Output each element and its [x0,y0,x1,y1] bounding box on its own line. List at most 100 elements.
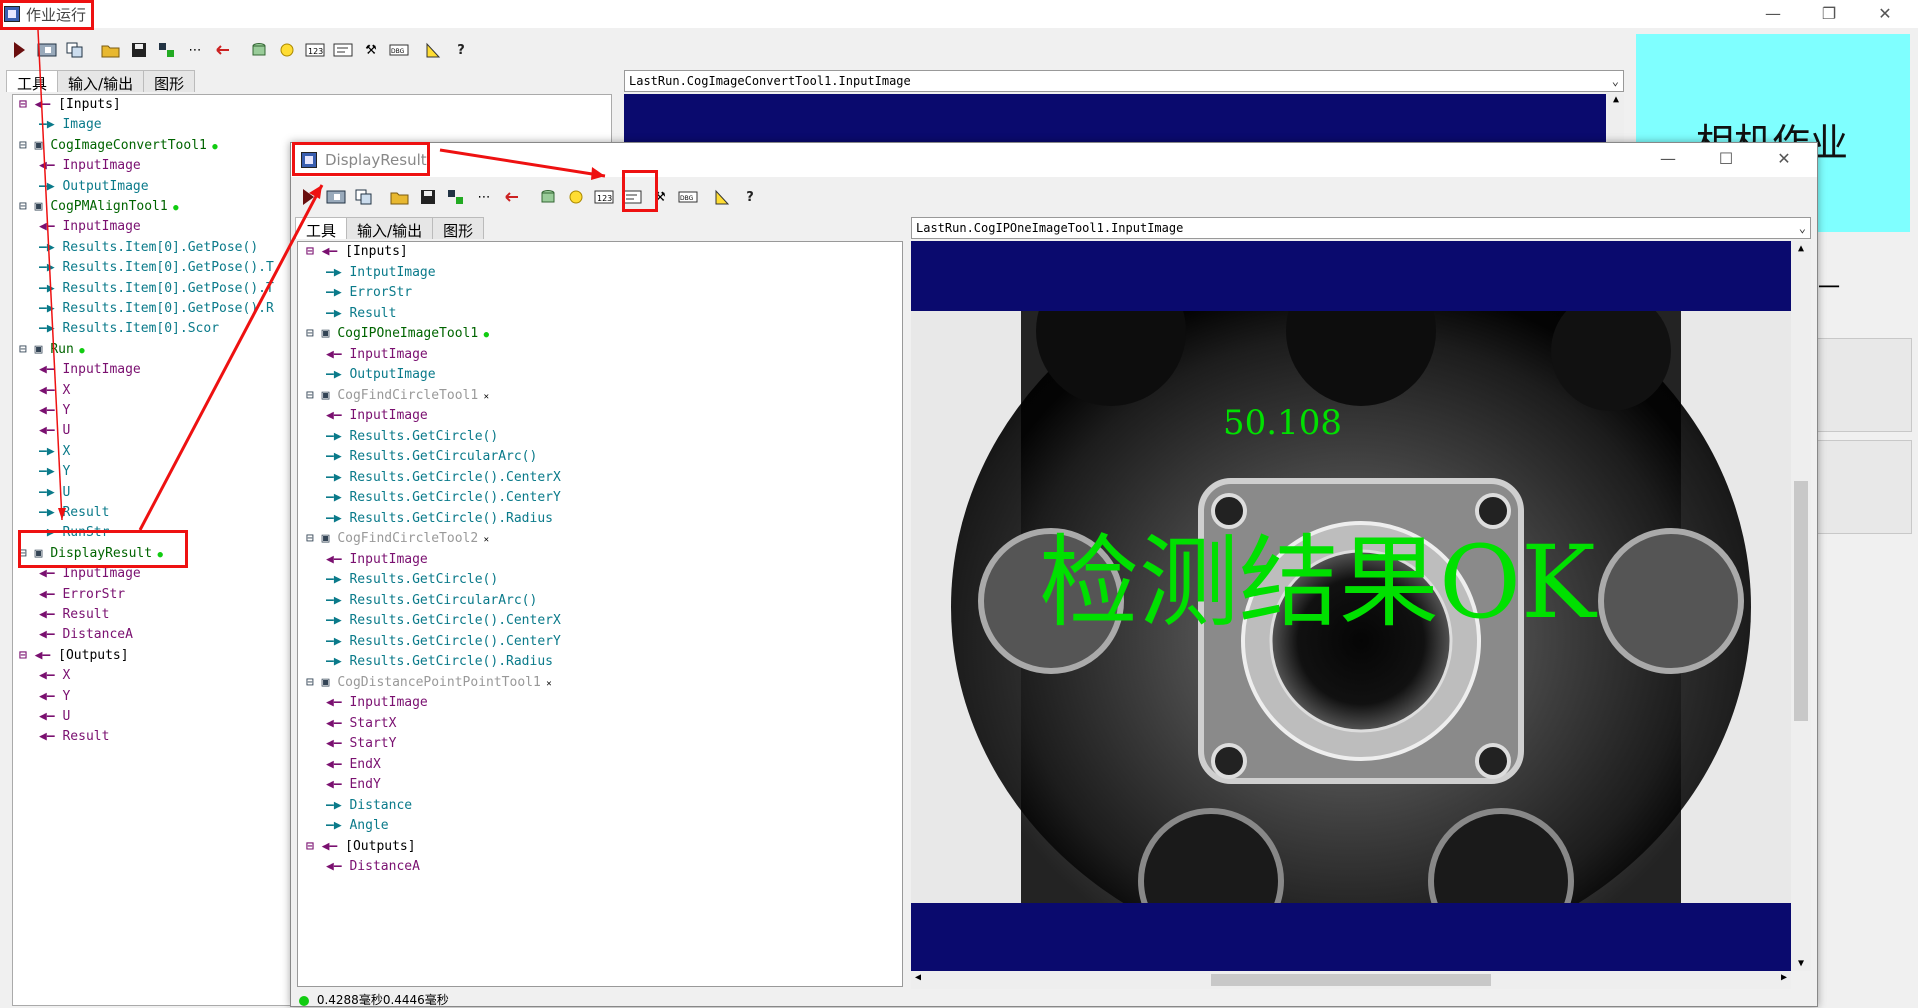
tree-node[interactable]: ⊟ ▣ CogPMAlignTool1 ● [19,199,179,215]
tree-node[interactable]: —▶ Results.GetCircle().Radius [326,511,553,527]
display-image-viewer[interactable]: 50.108 检测结果OK [911,241,1791,971]
tree-node[interactable]: ⊟ ▣ CogFindCircleTool2 ✕ [306,531,489,547]
numeric-icon[interactable]: 123 [304,39,326,61]
tree-node[interactable]: ◀— U [39,423,70,439]
tree-node[interactable]: —▶ Results.GetCircle() [326,572,498,588]
dots-icon[interactable]: ⋯ [473,186,495,208]
dots-icon[interactable]: ⋯ [184,39,206,61]
database-icon[interactable] [537,186,559,208]
run-icon[interactable] [8,39,30,61]
display-minimize-button[interactable]: — [1645,145,1691,173]
tree-node[interactable]: —▶ Results.GetCircle().CenterY [326,634,561,650]
tree-node[interactable]: —▶ Distance [326,798,412,814]
tree-node[interactable]: ◀— InputImage [39,362,141,378]
scroll-right-icon[interactable]: ▶ [1781,972,1787,983]
tree-node[interactable]: ◀— Result [39,729,109,745]
tree-node[interactable]: ⊟ ◀— [Outputs] [19,648,129,664]
tree-node[interactable]: —▶ Angle [326,818,389,834]
tab-io[interactable]: 输入/输出 [346,217,434,240]
tree-node[interactable]: ◀— DistanceA [39,627,133,643]
hscroll-thumb[interactable] [1211,974,1491,986]
tree-node[interactable]: —▶ Results.GetCircle().CenterY [326,490,561,506]
tree-node[interactable]: ⊟ ▣ CogIPOneImageTool1 ● [306,326,489,342]
scroll-up-icon[interactable]: ▲ [1791,243,1811,254]
continuous-run-icon[interactable] [36,39,58,61]
tree-node[interactable]: ◀— InputImage [39,566,141,582]
tree-node[interactable]: —▶ ErrorStr [326,285,412,301]
scroll-down-icon[interactable]: ▼ [1791,958,1811,969]
tree-node[interactable]: —▶ Results.GetCircle().Radius [326,654,553,670]
scroll-left-icon[interactable]: ◀ [915,972,921,983]
debug-icon[interactable]: DBG [677,186,699,208]
tree-node[interactable]: —▶ Results.Item[0].GetPose().T [39,281,274,297]
tree-node[interactable]: —▶ Image [39,117,102,133]
help-icon[interactable]: ? [450,39,472,61]
tab-graphics[interactable]: 图形 [432,217,485,240]
tree-node[interactable]: ⊟ ▣ Run ● [19,342,85,358]
tree-node[interactable]: ◀— InputImage [326,408,428,424]
display-close-button[interactable]: ✕ [1761,145,1807,173]
reset-icon[interactable] [501,186,523,208]
numeric-icon[interactable]: 123 [593,186,615,208]
tree-node[interactable]: —▶ Results.Item[0].Scor [39,321,219,337]
tree-node[interactable]: —▶ Results.Item[0].GetPose() [39,240,258,256]
tree-node[interactable]: ◀— ErrorStr [39,587,125,603]
tree-node[interactable]: —▶ Result [39,505,109,521]
display-vertical-scrollbar[interactable]: ▲ ▼ [1791,241,1811,971]
save-icon[interactable] [417,186,439,208]
close-button[interactable]: ✕ [1862,0,1908,28]
tree-node[interactable]: ⊟ ◀— [Inputs] [19,97,121,113]
side-button-1[interactable] [1814,338,1912,432]
tool-add-icon[interactable] [156,39,178,61]
continuous-run-icon[interactable] [325,186,347,208]
tree-node[interactable]: —▶ Results.Item[0].GetPose().R [39,301,274,317]
main-image-display[interactable] [624,94,1606,144]
tree-node[interactable]: ⊟ ▣ CogFindCircleTool1 ✕ [306,388,489,404]
debug-icon[interactable]: DBG [388,39,410,61]
window-icon[interactable] [64,39,86,61]
tab-graphics[interactable]: 图形 [143,70,196,93]
tree-node[interactable]: ◀— InputImage [326,347,428,363]
tree-node[interactable]: —▶ Result [326,306,396,322]
settings-tools-icon[interactable]: ⚒ [360,39,382,61]
tree-node[interactable]: —▶ Results.GetCircle().CenterX [326,470,561,486]
tree-node[interactable]: ◀— U [39,709,70,725]
tree-node[interactable]: ⊟ ◀— [Outputs] [306,839,416,855]
tree-node[interactable]: —▶ Results.GetCircle().CenterX [326,613,561,629]
tree-node[interactable]: ◀— InputImage [39,158,141,174]
side-button-2[interactable] [1814,440,1912,534]
display-restore-button[interactable]: ☐ [1703,145,1749,173]
tab-tools[interactable]: 工具 [295,217,348,240]
run-icon[interactable] [297,186,319,208]
display-horizontal-scrollbar[interactable]: ◀ ▶ [911,971,1791,989]
tree-node[interactable]: —▶ OutputImage [39,179,149,195]
help-icon[interactable]: ? [739,186,761,208]
minimize-button[interactable]: — [1750,0,1796,28]
refresh-icon[interactable] [276,39,298,61]
open-icon[interactable] [389,186,411,208]
measure-icon[interactable] [422,39,444,61]
tree-node[interactable]: ⊟ ▣ CogImageConvertTool1 ● [19,138,218,154]
tree-node[interactable]: ◀— StartY [326,736,396,752]
tool-add-icon[interactable] [445,186,467,208]
terminal-icon[interactable] [332,39,354,61]
tab-io[interactable]: 输入/输出 [57,70,145,93]
database-icon[interactable] [248,39,270,61]
tree-node[interactable]: ◀— X [39,383,70,399]
tree-node[interactable]: ◀— EndX [326,757,381,773]
save-icon[interactable] [128,39,150,61]
main-display-select[interactable]: LastRun.CogImageConvertTool1.InputImage … [624,70,1624,92]
tree-node[interactable]: ⊟ ▣ CogDistancePointPointTool1 ✕ [306,675,552,691]
tree-node[interactable]: ⊟ ◀— [Inputs] [306,244,408,260]
tree-node[interactable]: ◀— StartX [326,716,396,732]
reset-icon[interactable] [212,39,234,61]
tree-node[interactable]: ◀— Y [39,689,70,705]
tree-node[interactable]: —▶ Results.GetCircularArc() [326,449,537,465]
tree-node[interactable]: —▶ Results.GetCircle() [326,429,498,445]
tree-node[interactable]: ◀— X [39,668,70,684]
scroll-thumb[interactable] [1794,481,1808,721]
tree-node[interactable]: ◀— InputImage [326,552,428,568]
tree-node[interactable]: ◀— Y [39,403,70,419]
display-image-select[interactable]: LastRun.CogIPOneImageTool1.InputImage ⌄ [911,217,1811,239]
tree-node[interactable]: ◀— EndY [326,777,381,793]
